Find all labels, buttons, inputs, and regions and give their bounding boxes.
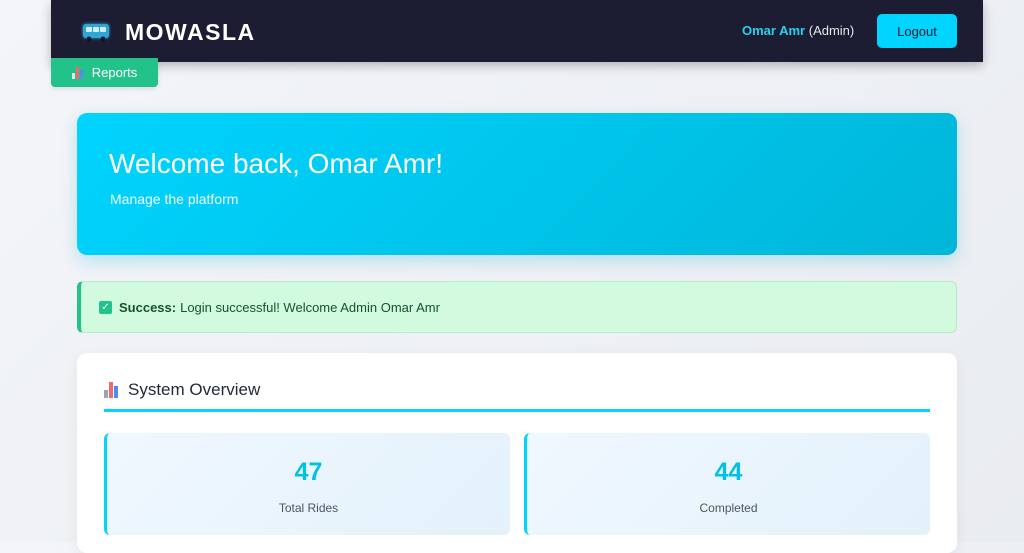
stat-value: 47 bbox=[294, 458, 323, 486]
logout-button[interactable]: Logout bbox=[877, 14, 957, 48]
panel-header: System Overview bbox=[104, 380, 930, 412]
welcome-banner: Welcome back, Omar Amr! Manage the platf… bbox=[77, 113, 957, 255]
bus-icon bbox=[83, 24, 109, 42]
alert-message: Login successful! Welcome Admin Omar Amr bbox=[180, 299, 440, 315]
top-navbar: MOWASLA Omar Amr (Admin) Logout bbox=[51, 0, 983, 62]
bar-chart-icon bbox=[71, 66, 86, 79]
stat-value: 44 bbox=[714, 458, 743, 486]
alert-label: Success: bbox=[119, 299, 177, 315]
system-overview-panel: System Overview 47 Total Rides 44 Comple… bbox=[77, 353, 957, 553]
brand[interactable]: MOWASLA bbox=[81, 17, 256, 47]
check-icon: ✓ bbox=[99, 300, 112, 314]
reports-tab-label: Reports bbox=[91, 65, 138, 80]
bar-chart-icon bbox=[104, 382, 120, 398]
stat-label: Completed bbox=[699, 501, 758, 515]
user-info: Omar Amr (Admin) bbox=[742, 23, 854, 38]
brand-name: MOWASLA bbox=[125, 18, 256, 45]
panel-title: System Overview bbox=[128, 380, 261, 399]
user-name: Omar Amr bbox=[742, 23, 806, 38]
stat-label: Total Rides bbox=[278, 501, 339, 515]
stat-card-total-rides: 47 Total Rides bbox=[104, 433, 510, 535]
success-alert: ✓ Success: Login successful! Welcome Adm… bbox=[77, 281, 957, 333]
stat-card-completed: 44 Completed bbox=[524, 433, 930, 535]
reports-tab[interactable]: Reports bbox=[51, 58, 158, 87]
welcome-title: Welcome back, Omar Amr! bbox=[109, 148, 444, 179]
user-role: (Admin) bbox=[808, 23, 855, 38]
welcome-subtitle: Manage the platform bbox=[110, 191, 239, 207]
